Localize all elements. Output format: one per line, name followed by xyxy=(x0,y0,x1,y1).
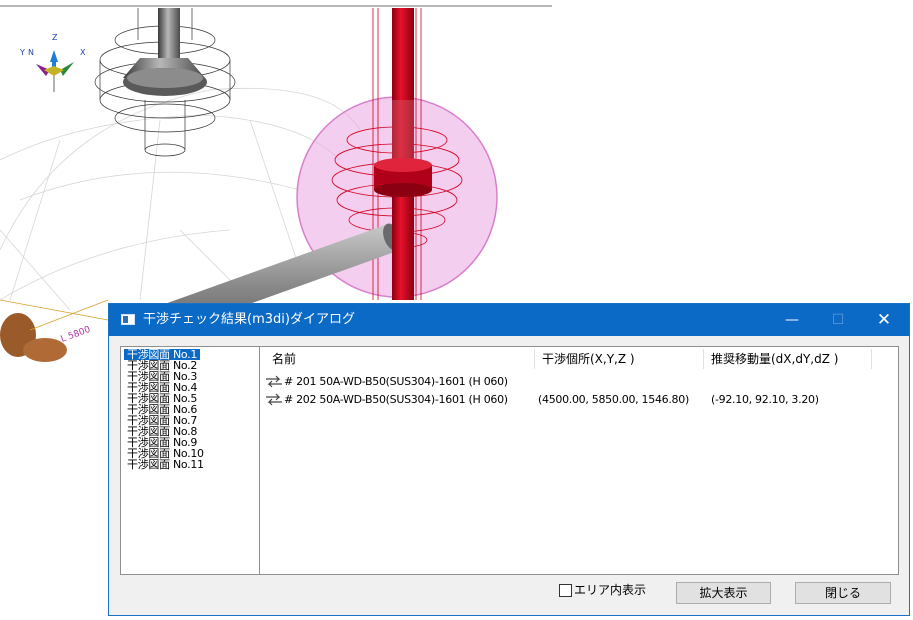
close-button[interactable]: 閉じる xyxy=(795,582,891,604)
column-divider[interactable] xyxy=(871,349,872,369)
column-divider[interactable] xyxy=(534,349,535,369)
dialog-title: 干渉チェック結果(m3di)ダイアログ xyxy=(143,312,355,327)
row-move: (-92.10, 92.10, 3.20) xyxy=(711,393,819,406)
interference-icon xyxy=(266,393,282,406)
interference-icon xyxy=(266,375,282,388)
drawing-list-item[interactable]: 干渉図面 No.11 xyxy=(124,459,207,470)
column-header-location[interactable]: 干渉個所(X,Y,Z ) xyxy=(542,347,635,371)
maximize-button[interactable]: ☐ xyxy=(815,304,861,336)
zoom-display-button[interactable]: 拡大表示 xyxy=(676,582,771,604)
interference-table[interactable]: 名前 干渉個所(X,Y,Z ) 推奨移動量(dX,dY,dZ ) # 201 5… xyxy=(259,346,899,575)
minimize-button[interactable]: — xyxy=(769,304,815,336)
table-row[interactable]: # 201 50A-WD-B50(SUS304)-1601 (H 060) xyxy=(260,373,898,390)
close-window-button[interactable]: ✕ xyxy=(861,304,907,336)
area-display-label[interactable]: エリア内表示 xyxy=(574,582,646,599)
column-divider[interactable] xyxy=(703,349,704,369)
drawing-list[interactable]: 干渉図面 No.1 干渉図面 No.2 干渉図面 No.3 干渉図面 No.4 … xyxy=(120,346,261,575)
interference-result-dialog: 干渉チェック結果(m3di)ダイアログ — ☐ ✕ 干渉図面 No.1 干渉図面… xyxy=(108,303,910,616)
window-icon xyxy=(121,314,135,325)
area-display-checkbox[interactable] xyxy=(559,584,572,597)
column-header-name[interactable]: 名前 xyxy=(272,347,296,371)
row-location: (4500.00, 5850.00, 1546.80) xyxy=(538,393,689,406)
axis-label-z: Z xyxy=(52,33,58,42)
row-name: # 201 50A-WD-B50(SUS304)-1601 (H 060) xyxy=(284,375,508,388)
axis-label-n: N xyxy=(28,48,34,57)
axis-label-y: Y xyxy=(19,48,25,57)
row-name: # 202 50A-WD-B50(SUS304)-1601 (H 060) xyxy=(284,393,508,406)
table-row[interactable]: # 202 50A-WD-B50(SUS304)-1601 (H 060) (4… xyxy=(260,391,898,408)
title-bar[interactable]: 干渉チェック結果(m3di)ダイアログ — ☐ ✕ xyxy=(109,304,909,336)
axis-label-x: X xyxy=(80,48,86,57)
column-header-move[interactable]: 推奨移動量(dX,dY,dZ ) xyxy=(711,347,838,371)
